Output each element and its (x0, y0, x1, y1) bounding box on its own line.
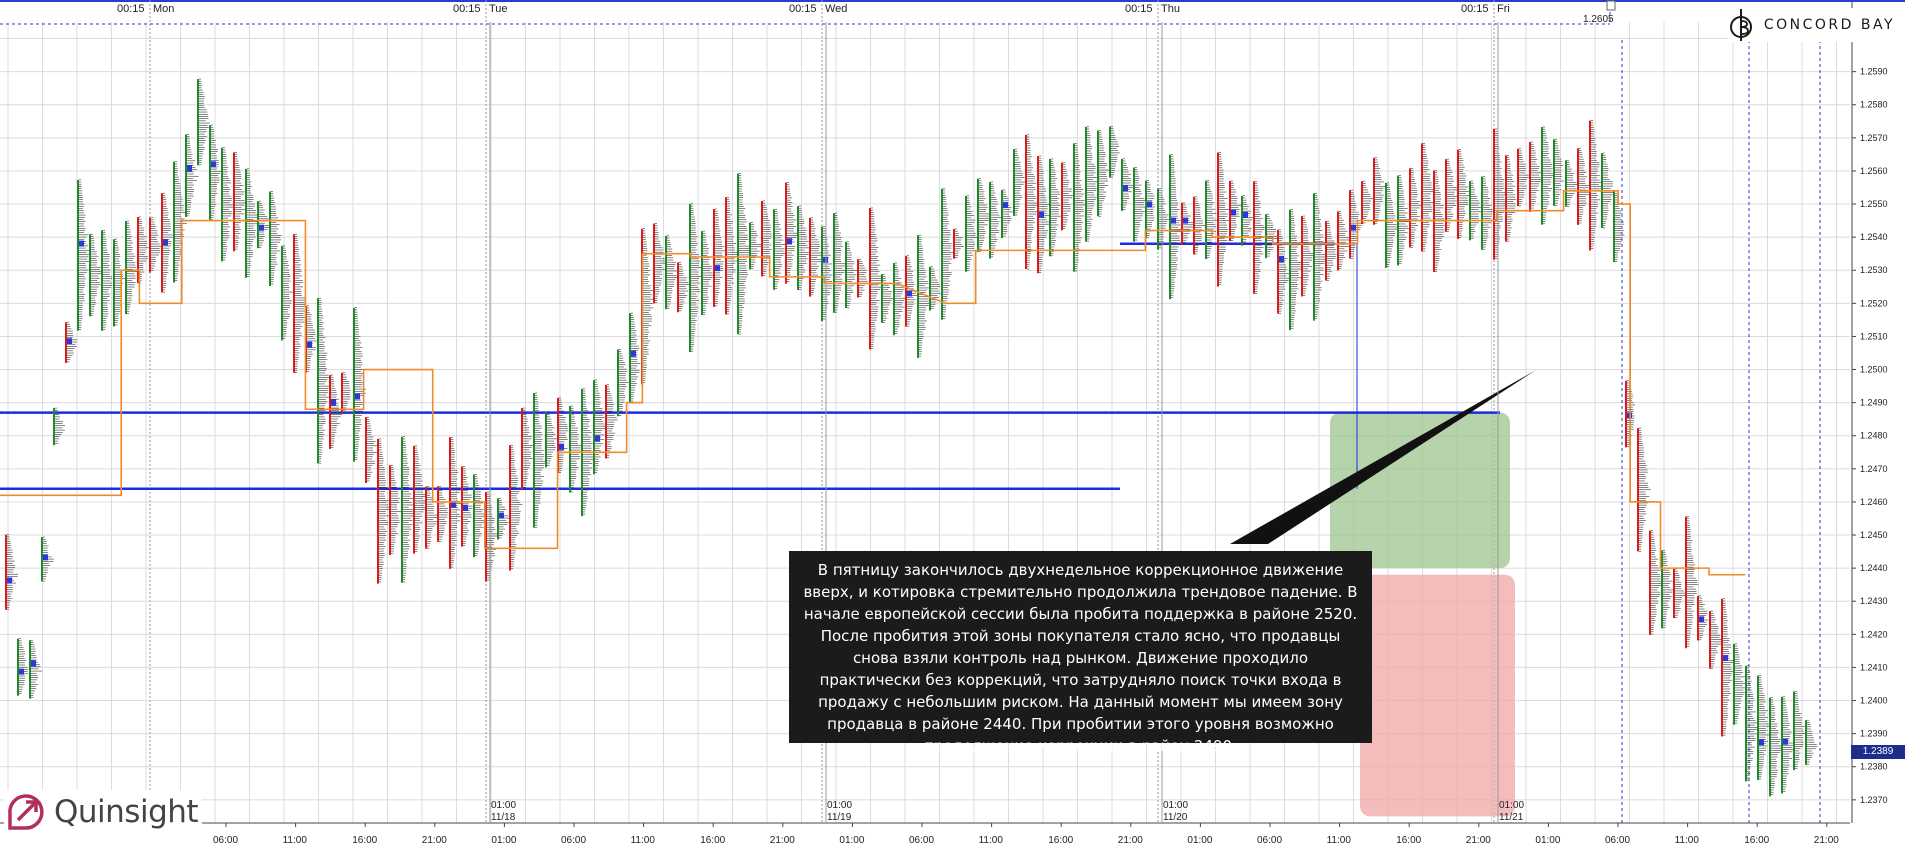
poc-marker (1039, 211, 1044, 218)
poc-marker (1351, 224, 1356, 231)
poc-marker (1243, 211, 1248, 218)
poc-marker (79, 240, 84, 247)
price-tick-label: 1.2510 (1860, 331, 1888, 341)
price-tick-label: 1.2470 (1860, 464, 1888, 474)
poc-marker (307, 341, 312, 348)
day-label-time: 00:15 (789, 3, 817, 15)
price-tick-label: 1.2380 (1860, 762, 1888, 772)
poc-marker (19, 668, 24, 675)
poc-marker (559, 443, 564, 450)
poc-marker (1123, 185, 1128, 192)
poc-marker (1171, 217, 1176, 224)
poc-marker (787, 238, 792, 245)
price-tick-label: 1.2430 (1860, 596, 1888, 606)
seller-zone (1360, 574, 1515, 817)
poc-marker (1231, 209, 1236, 216)
poc-marker (43, 554, 48, 561)
poc-marker (163, 239, 168, 246)
price-tick-label: 1.2560 (1860, 166, 1888, 176)
poc-marker (259, 224, 264, 231)
poc-marker (1183, 217, 1188, 224)
price-tick-label: 1.2550 (1860, 199, 1888, 209)
price-tick-label: 1.2440 (1860, 563, 1888, 573)
price-tick-label: 1.2400 (1860, 696, 1888, 706)
day-label-day: Tue (489, 3, 508, 15)
day-label-day: Wed (825, 3, 847, 15)
day-label-time: 00:15 (453, 3, 481, 15)
price-tick-label: 1.2520 (1860, 298, 1888, 308)
price-tick-label: 1.2390 (1860, 729, 1888, 739)
poc-marker (331, 399, 336, 406)
price-tick-label: 1.2590 (1860, 67, 1888, 77)
poc-marker (715, 265, 720, 272)
poc-marker (31, 660, 36, 667)
poc-marker (1003, 202, 1008, 209)
poc-marker (7, 577, 12, 584)
price-tick-label: 1.2580 (1860, 100, 1888, 110)
day-label-day: Thu (1161, 3, 1180, 15)
day-label-day: Mon (153, 3, 174, 15)
poc-marker (499, 512, 504, 519)
price-tick-label: 1.2490 (1860, 398, 1888, 408)
price-tick-label: 1.2500 (1860, 365, 1888, 375)
price-tick-label: 1.2450 (1860, 530, 1888, 540)
day-label-time: 00:15 (1125, 3, 1153, 15)
poc-marker (355, 393, 360, 400)
day-label-time: 00:15 (1461, 3, 1489, 15)
poc-marker (211, 161, 216, 168)
poc-marker (631, 350, 636, 357)
poc-marker (1279, 256, 1284, 263)
price-tick-label: 1.2540 (1860, 232, 1888, 242)
poc-marker (595, 435, 600, 442)
day-label-time: 00:15 (117, 3, 145, 15)
day-label-day: Fri (1497, 3, 1510, 15)
price-tick-label: 1.2530 (1860, 265, 1888, 275)
price-tick-label: 1.2370 (1860, 795, 1888, 805)
poc-marker (67, 338, 72, 345)
poc-marker (463, 504, 468, 511)
poc-marker (187, 165, 192, 172)
price-tick-label: 1.2420 (1860, 629, 1888, 639)
price-tick-label: 1.2460 (1860, 497, 1888, 507)
price-tick-label: 1.2570 (1860, 133, 1888, 143)
price-tick-label: 1.2410 (1860, 662, 1888, 672)
poc-marker (907, 290, 912, 297)
poc-marker (1147, 201, 1152, 208)
top-plus-box (1606, 0, 1616, 11)
price-tick-label: 1.2480 (1860, 431, 1888, 441)
